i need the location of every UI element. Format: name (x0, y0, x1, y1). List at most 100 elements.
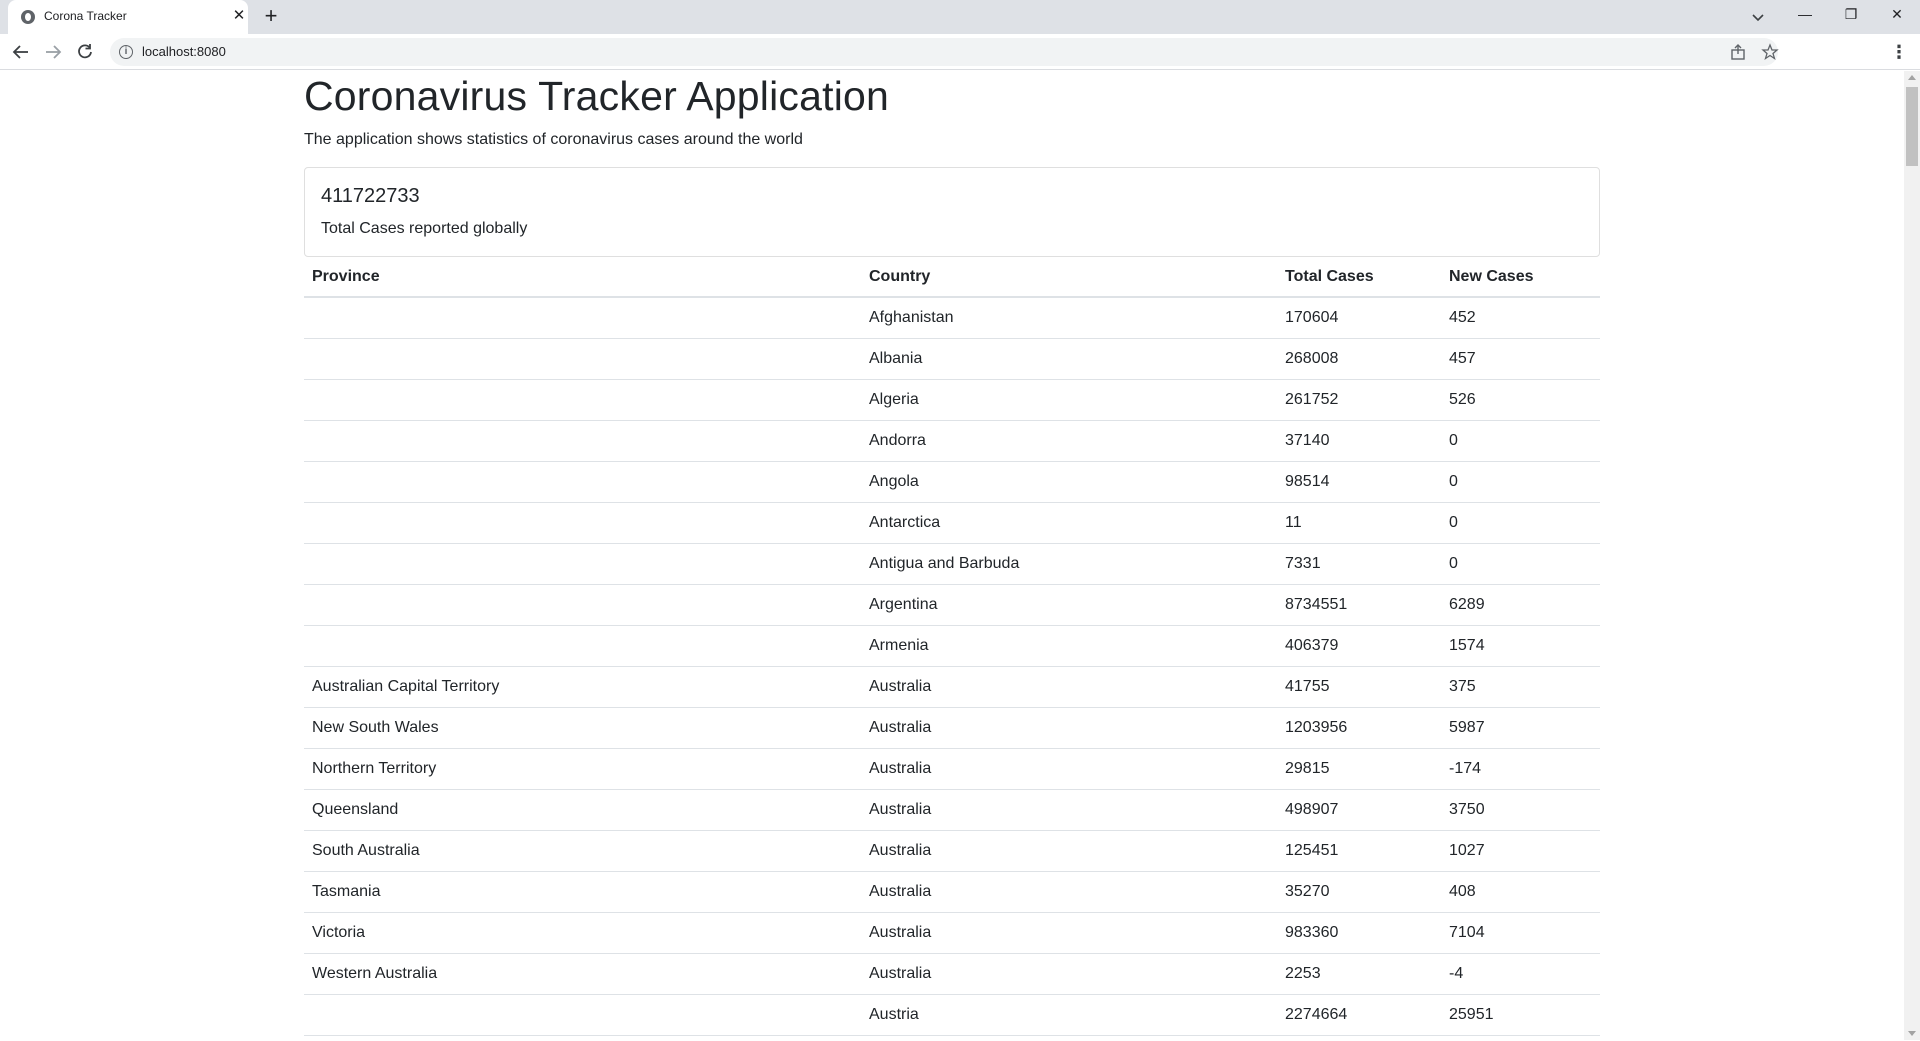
province-cell (304, 338, 861, 380)
new-cases-cell: 408 (1441, 871, 1600, 913)
province-cell: Northern Territory (304, 748, 861, 790)
browser-tab[interactable]: Corona Tracker ✕ (8, 0, 248, 34)
new-cases-cell: 25951 (1441, 994, 1600, 1036)
table-row: Azerbaijan7745124286 (304, 1035, 1600, 1040)
tab-title: Corona Tracker (44, 9, 127, 23)
table-row: Australian Capital Territory Australia 417… (304, 666, 1600, 708)
forward-button[interactable] (41, 40, 65, 64)
province-cell (304, 1035, 861, 1040)
new-cases-cell: 3750 (1441, 789, 1600, 831)
country-cell: Antarctica (861, 502, 1277, 544)
country-cell: Antigua and Barbuda (861, 543, 1277, 585)
reload-button[interactable] (73, 40, 97, 64)
province-cell: South Australia (304, 830, 861, 872)
province-cell (304, 994, 861, 1036)
total-cases-cell: 98514 (1277, 461, 1441, 503)
province-cell: New South Wales (304, 707, 861, 749)
table-row: Queensland Australia 498907 3750 (304, 789, 1600, 831)
total-cases-cell: 406379 (1277, 625, 1441, 667)
cases-table: Province Country Total Cases New Cases A… (304, 257, 1600, 1040)
province-cell: Tasmania (304, 871, 861, 913)
header-province: Province (304, 257, 861, 298)
country-cell: Angola (861, 461, 1277, 503)
header-total-cases: Total Cases (1277, 257, 1441, 298)
total-cases-card: 411722733 Total Cases reported globally (304, 167, 1600, 257)
province-cell: Queensland (304, 789, 861, 831)
province-cell (304, 379, 861, 421)
address-bar[interactable]: i localhost:8080 (110, 38, 1780, 66)
chevron-down-icon (1752, 14, 1764, 22)
province-cell (304, 461, 861, 503)
table-row: Afghanistan 170604 452 (304, 297, 1600, 339)
table-row: Western Australia Australia 2253 -4 (304, 953, 1600, 995)
country-cell: Australia (861, 953, 1277, 995)
scrollbar-thumb[interactable] (1906, 87, 1918, 166)
star-bookmark-icon[interactable] (1760, 42, 1780, 62)
country-cell: Australia (861, 830, 1277, 872)
table-row: South Australia Australia 125451 1027 (304, 830, 1600, 872)
back-button[interactable] (9, 40, 33, 64)
total-cases-cell: 8734551 (1277, 584, 1441, 626)
restore-button[interactable]: ❐ (1828, 0, 1874, 30)
header-new-cases: New Cases (1441, 257, 1600, 298)
new-cases-cell: 4286 (1441, 1035, 1600, 1040)
close-window-button[interactable]: ✕ (1874, 0, 1920, 30)
country-cell: Argentina (861, 584, 1277, 626)
tab-close-icon[interactable]: ✕ (230, 7, 248, 25)
minimize-button[interactable]: — (1782, 0, 1828, 30)
new-cases-cell: 0 (1441, 502, 1600, 544)
share-icon[interactable] (1728, 42, 1748, 62)
table-row: Antigua and Barbuda 7331 0 (304, 543, 1600, 585)
page-viewport: Coronavirus Tracker Application The appl… (0, 71, 1904, 1040)
country-cell: Australia (861, 871, 1277, 913)
page-title: Coronavirus Tracker Application (304, 73, 890, 119)
country-cell: Australia (861, 789, 1277, 831)
new-cases-cell: 0 (1441, 420, 1600, 462)
table-header-row: Province Country Total Cases New Cases (304, 257, 1600, 298)
new-cases-cell: 457 (1441, 338, 1600, 380)
globe-icon (21, 10, 35, 24)
table-row: New South Wales Australia 1203956 5987 (304, 707, 1600, 749)
total-cases-cell: 261752 (1277, 379, 1441, 421)
table-row: Andorra 37140 0 (304, 420, 1600, 462)
country-cell: Australia (861, 707, 1277, 749)
page-subtitle: The application shows statistics of coro… (304, 131, 803, 148)
province-cell: Western Australia (304, 953, 861, 995)
new-cases-cell: -174 (1441, 748, 1600, 790)
total-cases-cell: 268008 (1277, 338, 1441, 380)
total-cases-cell: 1203956 (1277, 707, 1441, 749)
table-row: Angola 98514 0 (304, 461, 1600, 503)
country-cell: Armenia (861, 625, 1277, 667)
total-cases-cell: 7331 (1277, 543, 1441, 585)
province-cell: Victoria (304, 912, 861, 954)
new-cases-cell: -4 (1441, 953, 1600, 995)
country-cell: Albania (861, 338, 1277, 380)
table-row: Austria 2274664 25951 (304, 994, 1600, 1036)
reload-icon (78, 44, 92, 59)
url-text[interactable]: localhost:8080 (142, 44, 226, 59)
table-row: Northern Territory Australia 29815 -174 (304, 748, 1600, 790)
table-row: Victoria Australia 983360 7104 (304, 912, 1600, 954)
tab-search-button[interactable] (1748, 7, 1768, 27)
total-cases-cell: 37140 (1277, 420, 1441, 462)
total-cases-cell: 11 (1277, 502, 1441, 544)
country-cell: Australia (861, 748, 1277, 790)
scroll-down-arrow-icon[interactable] (1908, 1031, 1916, 1036)
total-cases-count: 411722733 (321, 185, 420, 207)
table-row: Albania 268008 457 (304, 338, 1600, 380)
info-icon[interactable]: i (119, 45, 133, 59)
new-cases-cell: 526 (1441, 379, 1600, 421)
browser-menu-icon[interactable]: ⋮ (1890, 40, 1908, 64)
tab-strip: Corona Tracker ✕ + — ❐ ✕ (0, 0, 1920, 34)
new-tab-button[interactable]: + (260, 5, 282, 28)
province-cell: Australian Capital Territory (304, 666, 861, 708)
table-row: Algeria 261752 526 (304, 379, 1600, 421)
total-cases-cell: 41755 (1277, 666, 1441, 708)
scroll-up-arrow-icon[interactable] (1908, 75, 1916, 80)
total-cases-cell: 774512 (1277, 1035, 1441, 1040)
total-cases-cell: 170604 (1277, 297, 1441, 339)
page-scrollbar[interactable] (1904, 71, 1920, 1040)
header-country: Country (861, 257, 1277, 298)
total-cases-cell: 29815 (1277, 748, 1441, 790)
country-cell: Australia (861, 666, 1277, 708)
